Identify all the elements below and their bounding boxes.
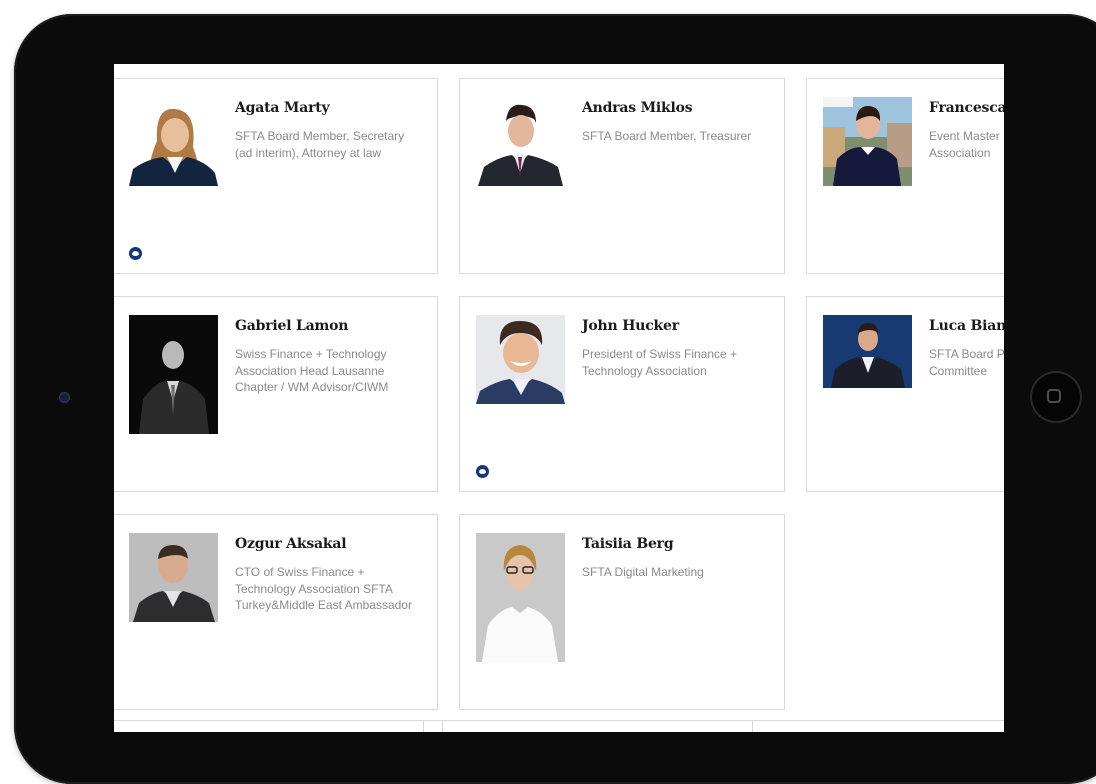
member-photo — [129, 533, 218, 622]
page-divider-tick — [752, 720, 753, 732]
page-divider — [114, 720, 1004, 721]
member-card-francesca[interactable]: Francesca Event Master Finance + Te Asso… — [806, 78, 1004, 274]
member-name[interactable]: Agata Marty — [235, 100, 433, 116]
member-card-andras-miklos[interactable]: Andras Miklos SFTA Board Member, Treasur… — [459, 78, 785, 274]
member-card-taisiia-berg[interactable]: Taisiia Berg SFTA Digital Marketing — [459, 514, 785, 710]
portrait-placeholder — [476, 315, 565, 404]
home-square-icon — [1047, 389, 1061, 403]
member-card-gabriel-lamon[interactable]: Gabriel Lamon Swiss Finance + Technology… — [114, 296, 438, 492]
member-card-john-hucker[interactable]: John Hucker President of Swiss Finance +… — [459, 296, 785, 492]
page-divider-tick — [442, 720, 443, 732]
portrait-placeholder — [476, 533, 565, 662]
member-role: President of Swiss Finance + Technology … — [582, 347, 738, 378]
member-role: SFTA Board Member, Treasurer — [582, 129, 752, 143]
member-photo — [476, 533, 565, 662]
portrait-placeholder — [129, 533, 218, 622]
member-role: CTO of Swiss Finance + Technology Associ… — [235, 565, 412, 612]
linkedin-icon[interactable] — [476, 465, 489, 478]
member-role: SFTA Board Member, Secretary (ad interim… — [235, 129, 405, 160]
member-photo — [476, 97, 565, 186]
member-card-agata-marty[interactable]: Agata Marty SFTA Board Member, Secretary… — [114, 78, 438, 274]
member-name[interactable]: Ozgur Aksakal — [235, 536, 433, 552]
member-role: Event Master Finance + Te Association — [929, 129, 1004, 160]
member-name[interactable]: Gabriel Lamon — [235, 318, 433, 334]
portrait-placeholder — [823, 97, 912, 186]
member-photo — [823, 315, 912, 388]
member-role: SFTA Digital Marketing — [582, 565, 704, 579]
member-name[interactable]: John Hucker — [582, 318, 780, 334]
member-photo — [823, 97, 912, 186]
member-role: Swiss Finance + Technology Association H… — [235, 347, 389, 394]
portrait-placeholder — [823, 315, 912, 388]
member-name[interactable]: Luca Bian — [929, 318, 1004, 334]
front-camera — [59, 392, 70, 403]
page-divider-tick — [423, 720, 424, 732]
member-photo — [129, 97, 218, 186]
member-name[interactable]: Andras Miklos — [582, 100, 780, 116]
member-card-luca-bian[interactable]: Luca Bian SFTA Board President & Committ… — [806, 296, 1004, 492]
linkedin-icon[interactable] — [129, 247, 142, 260]
member-card-ozgur-aksakal[interactable]: Ozgur Aksakal CTO of Swiss Finance + Tec… — [114, 514, 438, 710]
member-photo — [476, 315, 565, 404]
member-name[interactable]: Francesca — [929, 100, 1004, 116]
member-name[interactable]: Taisiia Berg — [582, 536, 780, 552]
member-photo — [129, 315, 218, 434]
portrait-placeholder — [476, 97, 565, 186]
portrait-placeholder — [129, 97, 218, 186]
tablet-screen: Agata Marty SFTA Board Member, Secretary… — [114, 64, 1004, 732]
portrait-placeholder — [129, 315, 218, 434]
member-role: SFTA Board President & Committee — [929, 347, 1004, 378]
